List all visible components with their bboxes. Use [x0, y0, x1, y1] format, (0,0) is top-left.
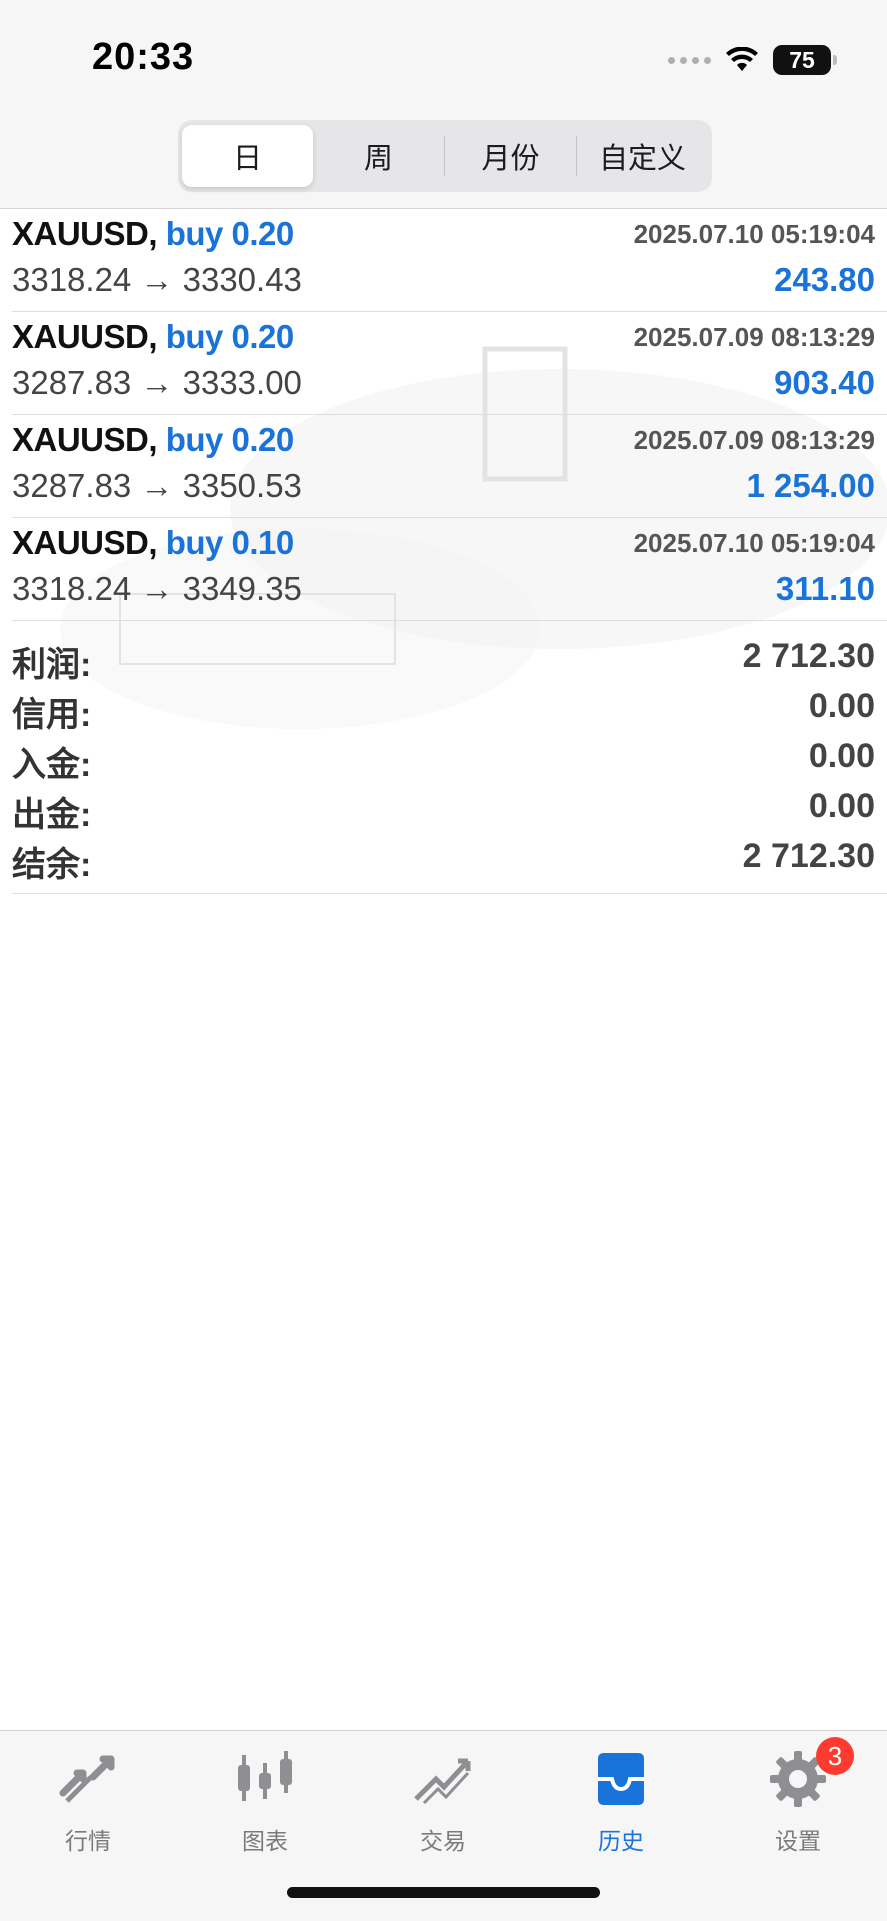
direction-volume: buy 0.10: [165, 524, 295, 561]
summary-withdrawal: 出金: 0.00: [12, 787, 875, 834]
trade-profit: 311.10: [775, 570, 875, 607]
history-list: XAUUSD, buy 0.20 2025.07.10 05:19:04 331…: [0, 209, 887, 894]
trade-datetime: 2025.07.10 05:19:04: [633, 219, 875, 249]
settings-notification-badge: 3: [816, 1737, 854, 1775]
trade-row[interactable]: XAUUSD, buy 0.10 2025.07.10 05:19:04 331…: [12, 518, 887, 621]
tab-custom[interactable]: 自定义: [577, 125, 708, 187]
period-selector-bar: 日 周 月份 自定义: [0, 110, 887, 209]
symbol: XAUUSD,: [12, 318, 158, 355]
direction-volume: buy 0.20: [165, 421, 295, 458]
chart-icon: [238, 1751, 292, 1801]
summary-profit: 利润: 2 712.30: [12, 637, 875, 684]
trade-profit: 1 254.00: [746, 467, 875, 504]
trade-profit: 903.40: [774, 364, 875, 401]
status-time: 20:33: [92, 36, 195, 78]
tab-trade[interactable]: 交易: [373, 1743, 513, 1854]
status-bar: 20:33 75: [0, 0, 887, 110]
symbol: XAUUSD,: [12, 215, 158, 252]
account-summary: 利润: 2 712.30 信用: 0.00 入金: 0.00 出金: 0.00 …: [12, 621, 887, 894]
price-range: 3287.83 → 3350.53: [12, 467, 302, 504]
price-range: 3318.24 → 3349.35: [12, 570, 302, 607]
history-icon: [598, 1753, 644, 1805]
home-indicator[interactable]: [287, 1887, 600, 1898]
trade-datetime: 2025.07.09 08:13:29: [633, 322, 875, 352]
wifi-icon: [726, 47, 758, 71]
price-range: 3318.24 → 3330.43: [12, 261, 302, 298]
trade-datetime: 2025.07.10 05:19:04: [633, 528, 875, 558]
summary-balance: 结余: 2 712.30: [12, 837, 875, 884]
battery-icon: 75: [773, 45, 837, 75]
tab-history[interactable]: 历史: [551, 1743, 691, 1854]
tab-day[interactable]: 日: [182, 125, 313, 187]
trade-row[interactable]: XAUUSD, buy 0.20 2025.07.09 08:13:29 328…: [12, 415, 887, 518]
tab-week[interactable]: 周: [313, 125, 444, 187]
trade-row[interactable]: XAUUSD, buy 0.20 2025.07.09 08:13:29 328…: [12, 312, 887, 415]
tab-month[interactable]: 月份: [445, 125, 576, 187]
symbol: XAUUSD,: [12, 524, 158, 561]
period-segmented-control: 日 周 月份 自定义: [178, 120, 712, 192]
tab-quotes[interactable]: 行情: [18, 1743, 158, 1854]
summary-deposit: 入金: 0.00: [12, 737, 875, 784]
trade-icon: [414, 1758, 471, 1805]
price-range: 3287.83 → 3333.00: [12, 364, 302, 401]
tab-chart[interactable]: 图表: [195, 1743, 335, 1854]
cellular-signal-icon: [668, 56, 711, 64]
direction-volume: buy 0.20: [165, 215, 295, 252]
symbol: XAUUSD,: [12, 421, 158, 458]
quotes-icon: [59, 1755, 115, 1803]
trade-datetime: 2025.07.09 08:13:29: [633, 425, 875, 455]
trade-row[interactable]: XAUUSD, buy 0.20 2025.07.10 05:19:04 331…: [12, 209, 887, 312]
trade-profit: 243.80: [774, 261, 875, 298]
summary-credit: 信用: 0.00: [12, 687, 875, 734]
direction-volume: buy 0.20: [165, 318, 295, 355]
